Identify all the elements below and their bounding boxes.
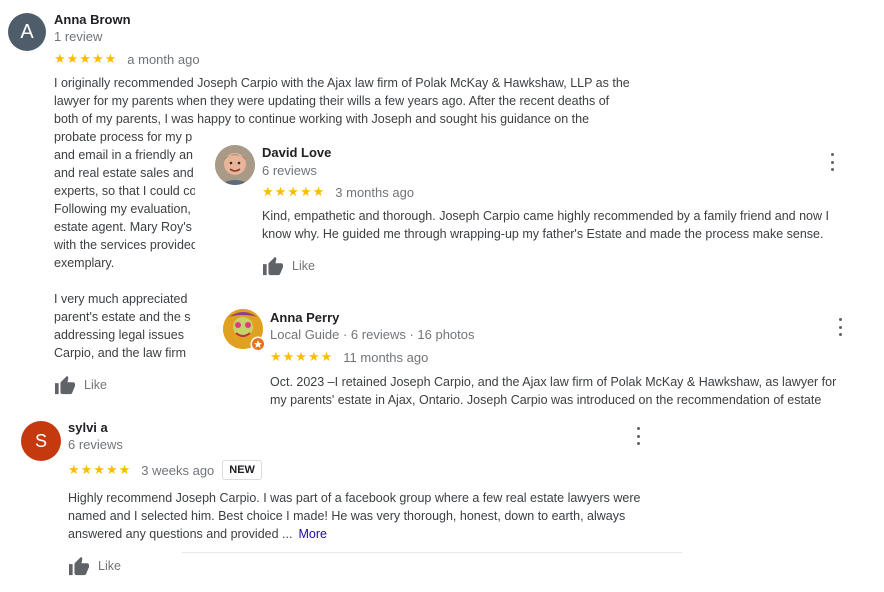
reviewer-name[interactable]: sylvi a: [68, 420, 108, 435]
local-guide-badge-icon: [250, 336, 266, 352]
star-rating: ★★★★★: [270, 349, 334, 364]
review-text-line: lawyer for my parents when they were upd…: [54, 94, 610, 108]
review-text-line: both of my parents, I was happy to conti…: [54, 112, 590, 126]
like-button[interactable]: Like: [68, 556, 121, 576]
review-text-line: know why. He guided me through wrapping-…: [262, 227, 824, 241]
avatar[interactable]: A: [8, 13, 46, 51]
review-text-line: named and I selected him. Best choice I …: [68, 509, 626, 523]
like-label: Like: [98, 559, 121, 573]
review-date: 11 months ago: [343, 349, 429, 365]
rating-row: ★★★★★ 3 weeks ago NEW: [68, 460, 262, 480]
review-text-line: Highly recommend Joseph Carpio. I was pa…: [68, 491, 641, 505]
new-badge: NEW: [222, 460, 262, 480]
thumbs-up-icon: [55, 375, 75, 395]
like-label: Like: [292, 259, 315, 273]
avatar-initial: A: [20, 20, 34, 43]
review-text-line: Oct. 2023 –I retained Joseph Carpio, and…: [270, 375, 837, 389]
divider: [182, 552, 682, 553]
more-options-icon[interactable]: [635, 427, 641, 445]
star-rating: ★★★★★: [54, 51, 118, 66]
review-card-sylvi-a: S sylvi a 6 reviews ★★★★★ 3 weeks ago NE…: [0, 410, 884, 592]
reviewer-name[interactable]: Anna Perry: [270, 310, 339, 325]
like-label: Like: [84, 378, 107, 392]
reviewer-meta: 6 reviews: [68, 437, 123, 452]
more-options-icon[interactable]: [829, 153, 835, 171]
reviewer-name[interactable]: Anna Brown: [54, 12, 131, 27]
review-text: Oct. 2023 –I retained Joseph Carpio, and…: [270, 373, 880, 409]
star-rating: ★★★★★: [68, 462, 132, 477]
more-link[interactable]: More: [298, 527, 326, 541]
review-date: 3 months ago: [335, 184, 415, 200]
review-text-line: my parents' estate in Ajax, Ontario. Jos…: [270, 393, 822, 407]
review-text-line-with-more: answered any questions and provided ... M…: [68, 525, 688, 543]
review-card-anna-perry: Anna Perry Local Guide · 6 reviews · 16 …: [195, 290, 884, 410]
more-options-icon[interactable]: [837, 318, 843, 336]
profile-photo-icon: [215, 145, 255, 185]
review-text: Highly recommend Joseph Carpio. I was pa…: [68, 489, 688, 543]
rating-row: ★★★★★ 11 months ago: [270, 349, 428, 365]
rating-row: ★★★★★ a month ago: [54, 51, 200, 67]
review-text: Kind, empathetic and thorough. Joseph Ca…: [262, 207, 872, 243]
review-card-david-love: David Love 6 reviews ★★★★★ 3 months ago …: [195, 135, 884, 290]
thumbs-up-icon: [69, 556, 89, 576]
rating-row: ★★★★★ 3 months ago: [262, 184, 414, 200]
like-button[interactable]: Like: [262, 256, 315, 276]
reviewer-name[interactable]: David Love: [262, 145, 331, 160]
avatar[interactable]: [215, 145, 255, 185]
review-text-line: I originally recommended Joseph Carpio w…: [54, 76, 630, 90]
avatar[interactable]: [223, 309, 266, 352]
reviewer-meta: Local Guide · 6 reviews · 16 photos: [270, 327, 475, 342]
avatar[interactable]: S: [21, 421, 61, 461]
review-date: a month ago: [127, 51, 200, 67]
thumbs-up-icon: [263, 256, 283, 276]
avatar-initial: S: [34, 430, 47, 451]
reviewer-meta: 6 reviews: [262, 163, 317, 178]
review-text-line: answered any questions and provided ...: [68, 527, 293, 541]
like-button[interactable]: Like: [54, 375, 107, 395]
star-rating: ★★★★★: [262, 184, 326, 199]
reviewer-meta: 1 review: [54, 29, 103, 44]
review-date: 3 weeks ago: [141, 462, 215, 478]
review-text-line: Kind, empathetic and thorough. Joseph Ca…: [262, 209, 829, 223]
